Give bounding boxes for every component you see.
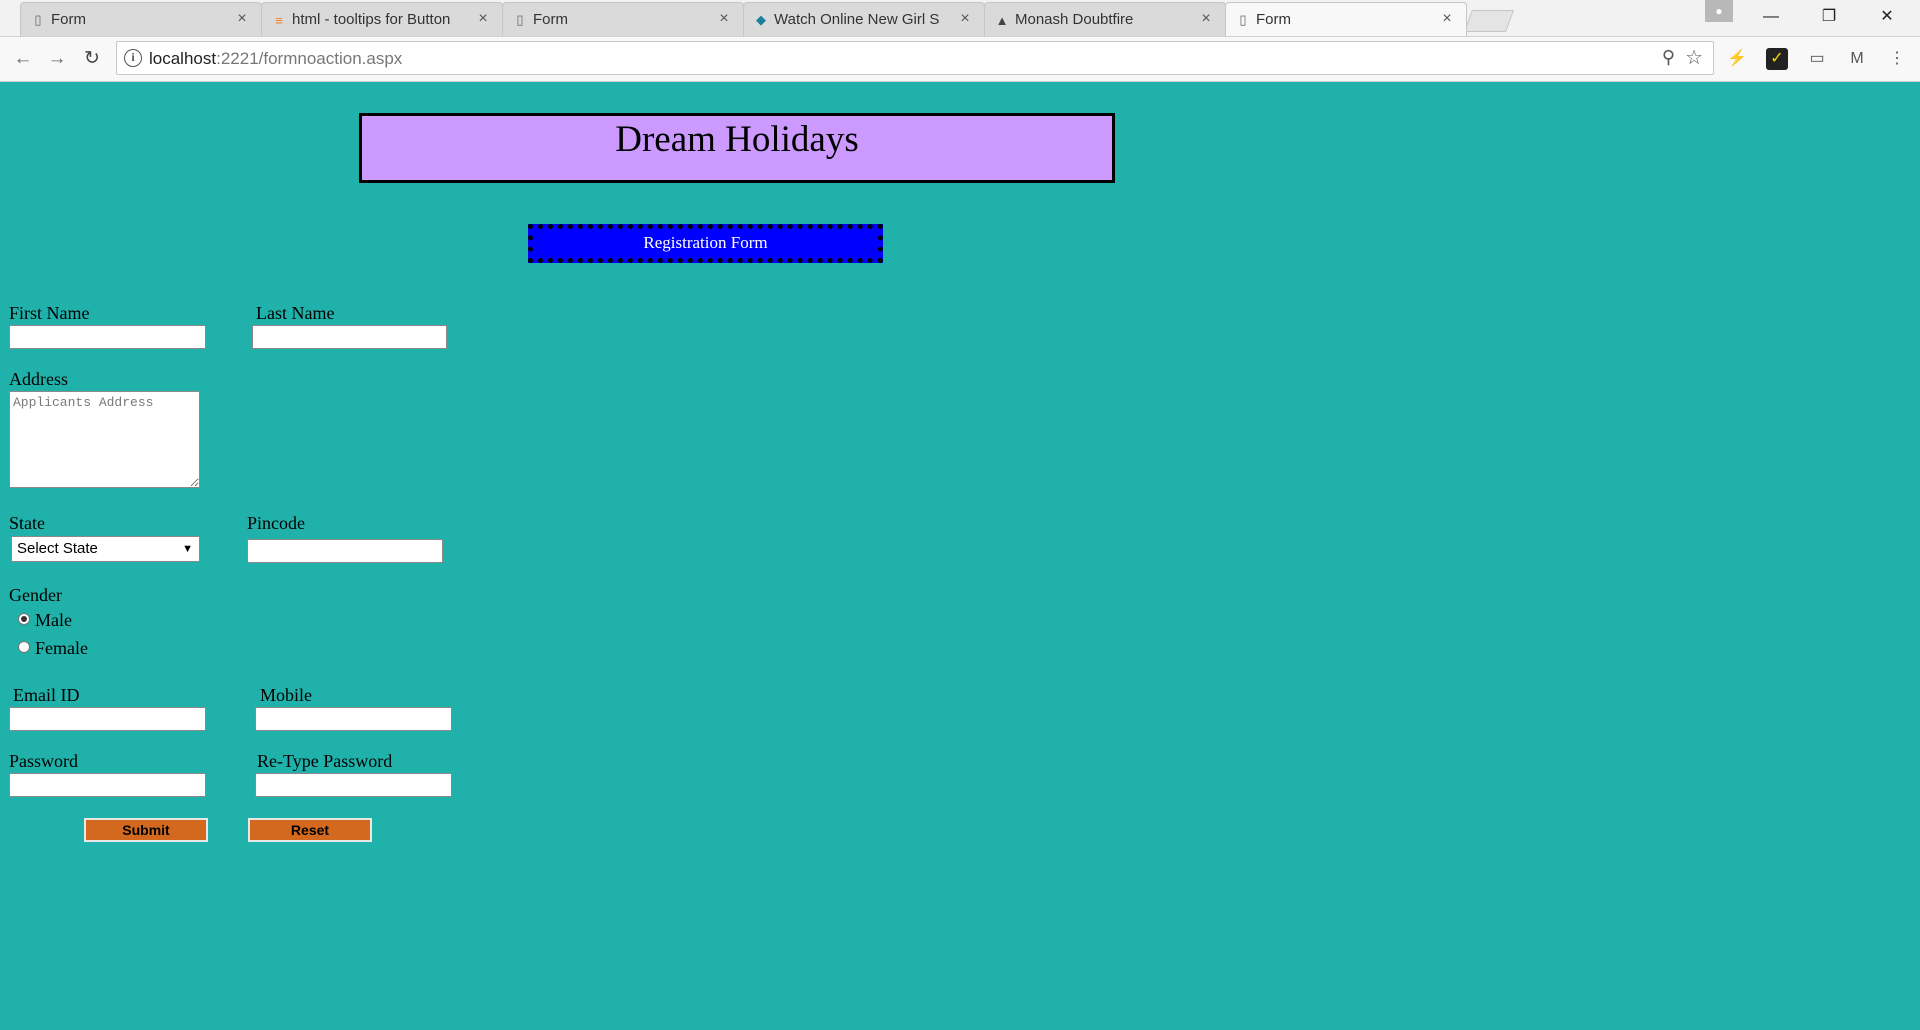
zoom-icon[interactable]: ⚲	[1662, 47, 1675, 68]
address-label: Address	[9, 369, 68, 389]
page-icon: ▯	[1239, 12, 1247, 27]
address-textarea[interactable]	[9, 391, 200, 488]
password-input[interactable]	[9, 773, 206, 797]
mobile-label: Mobile	[260, 685, 312, 705]
reload-icon[interactable]: ↻	[79, 46, 105, 72]
mobile-input[interactable]	[255, 707, 452, 731]
extension-check-icon[interactable]: ✓	[1766, 48, 1788, 70]
pincode-input[interactable]	[247, 539, 443, 563]
forward-icon[interactable]: →	[44, 46, 70, 72]
browser-toolbar: ← → ↻ i localhost:2221/formnoaction.aspx…	[0, 37, 1920, 82]
page-icon: ▯	[34, 12, 42, 27]
page-content: Dream Holidays Registration Form First N…	[0, 82, 1920, 1030]
state-label: State	[9, 513, 45, 533]
gender-label: Gender	[9, 585, 62, 605]
password-label: Password	[9, 751, 79, 771]
info-icon[interactable]: i	[124, 49, 142, 67]
first-name-label: First Name	[9, 303, 90, 323]
profile-icon[interactable]: ●	[1705, 0, 1733, 22]
site-icon: ◆	[756, 12, 766, 27]
close-icon[interactable]: ×	[233, 10, 251, 28]
tab-title: Form	[1256, 11, 1291, 28]
page-header: Dream Holidays	[359, 113, 1115, 183]
window-close-button[interactable]: ✕	[1858, 0, 1916, 34]
state-select-value: Select State	[17, 540, 98, 557]
address-bar[interactable]: i localhost:2221/formnoaction.aspx ⚲ ☆	[116, 41, 1714, 75]
url-text[interactable]: localhost:2221/formnoaction.aspx	[149, 49, 402, 69]
bookmark-star-icon[interactable]: ☆	[1685, 45, 1703, 70]
registration-form-heading: Registration Form	[528, 224, 883, 263]
page-icon: ▯	[516, 12, 524, 27]
gender-female-radio[interactable]	[18, 641, 30, 653]
tab-title: Watch Online New Girl S	[774, 11, 940, 28]
extension-icon[interactable]: ⚡	[1726, 48, 1748, 70]
site-icon: ▲	[995, 12, 1009, 28]
tab-title: Monash Doubtfire	[1015, 11, 1134, 28]
tab-title: Form	[533, 11, 568, 28]
retype-password-label: Re-Type Password	[257, 751, 393, 771]
submit-button[interactable]: Submit	[84, 818, 208, 842]
tab-form-active[interactable]: ▯ Form ×	[1225, 2, 1467, 36]
tab-form-2[interactable]: ▯ Form ×	[502, 2, 744, 36]
email-input[interactable]	[9, 707, 206, 731]
close-icon[interactable]: ×	[956, 10, 974, 28]
extension-m-icon[interactable]: M	[1846, 48, 1868, 70]
first-name-input[interactable]	[9, 325, 206, 349]
last-name-input[interactable]	[252, 325, 447, 349]
tab-tooltips[interactable]: ≡ html - tooltips for Button ×	[261, 2, 503, 36]
cast-icon[interactable]: ▭	[1806, 48, 1828, 70]
male-label: Male	[35, 610, 72, 630]
restore-button[interactable]: ❐	[1800, 0, 1858, 34]
tab-strip: ▯ Form × ≡ html - tooltips for Button × …	[0, 0, 1920, 37]
last-name-label: Last Name	[256, 303, 335, 323]
reset-button[interactable]: Reset	[248, 818, 372, 842]
new-tab-button[interactable]	[1463, 10, 1515, 32]
dropdown-arrow-icon: ▼	[182, 543, 193, 555]
gender-male-radio[interactable]	[18, 613, 30, 625]
pincode-label: Pincode	[247, 513, 305, 533]
close-icon[interactable]: ×	[1438, 10, 1456, 28]
back-icon[interactable]: ←	[10, 46, 36, 72]
tab-title: Form	[51, 11, 86, 28]
stackoverflow-icon: ≡	[275, 12, 283, 28]
retype-password-input[interactable]	[255, 773, 452, 797]
menu-icon[interactable]: ⋮	[1886, 48, 1908, 70]
female-label: Female	[35, 638, 88, 658]
email-label: Email ID	[13, 685, 80, 705]
close-icon[interactable]: ×	[474, 10, 492, 28]
tab-watch-online[interactable]: ◆ Watch Online New Girl S ×	[743, 2, 985, 36]
tab-title: html - tooltips for Button	[292, 11, 451, 28]
tab-form-1[interactable]: ▯ Form ×	[20, 2, 262, 36]
close-icon[interactable]: ×	[715, 10, 733, 28]
close-icon[interactable]: ×	[1197, 10, 1215, 28]
state-select[interactable]: Select State ▼	[11, 536, 200, 562]
tab-monash[interactable]: ▲ Monash Doubtfire ×	[984, 2, 1226, 36]
minimize-button[interactable]: —	[1742, 0, 1800, 34]
